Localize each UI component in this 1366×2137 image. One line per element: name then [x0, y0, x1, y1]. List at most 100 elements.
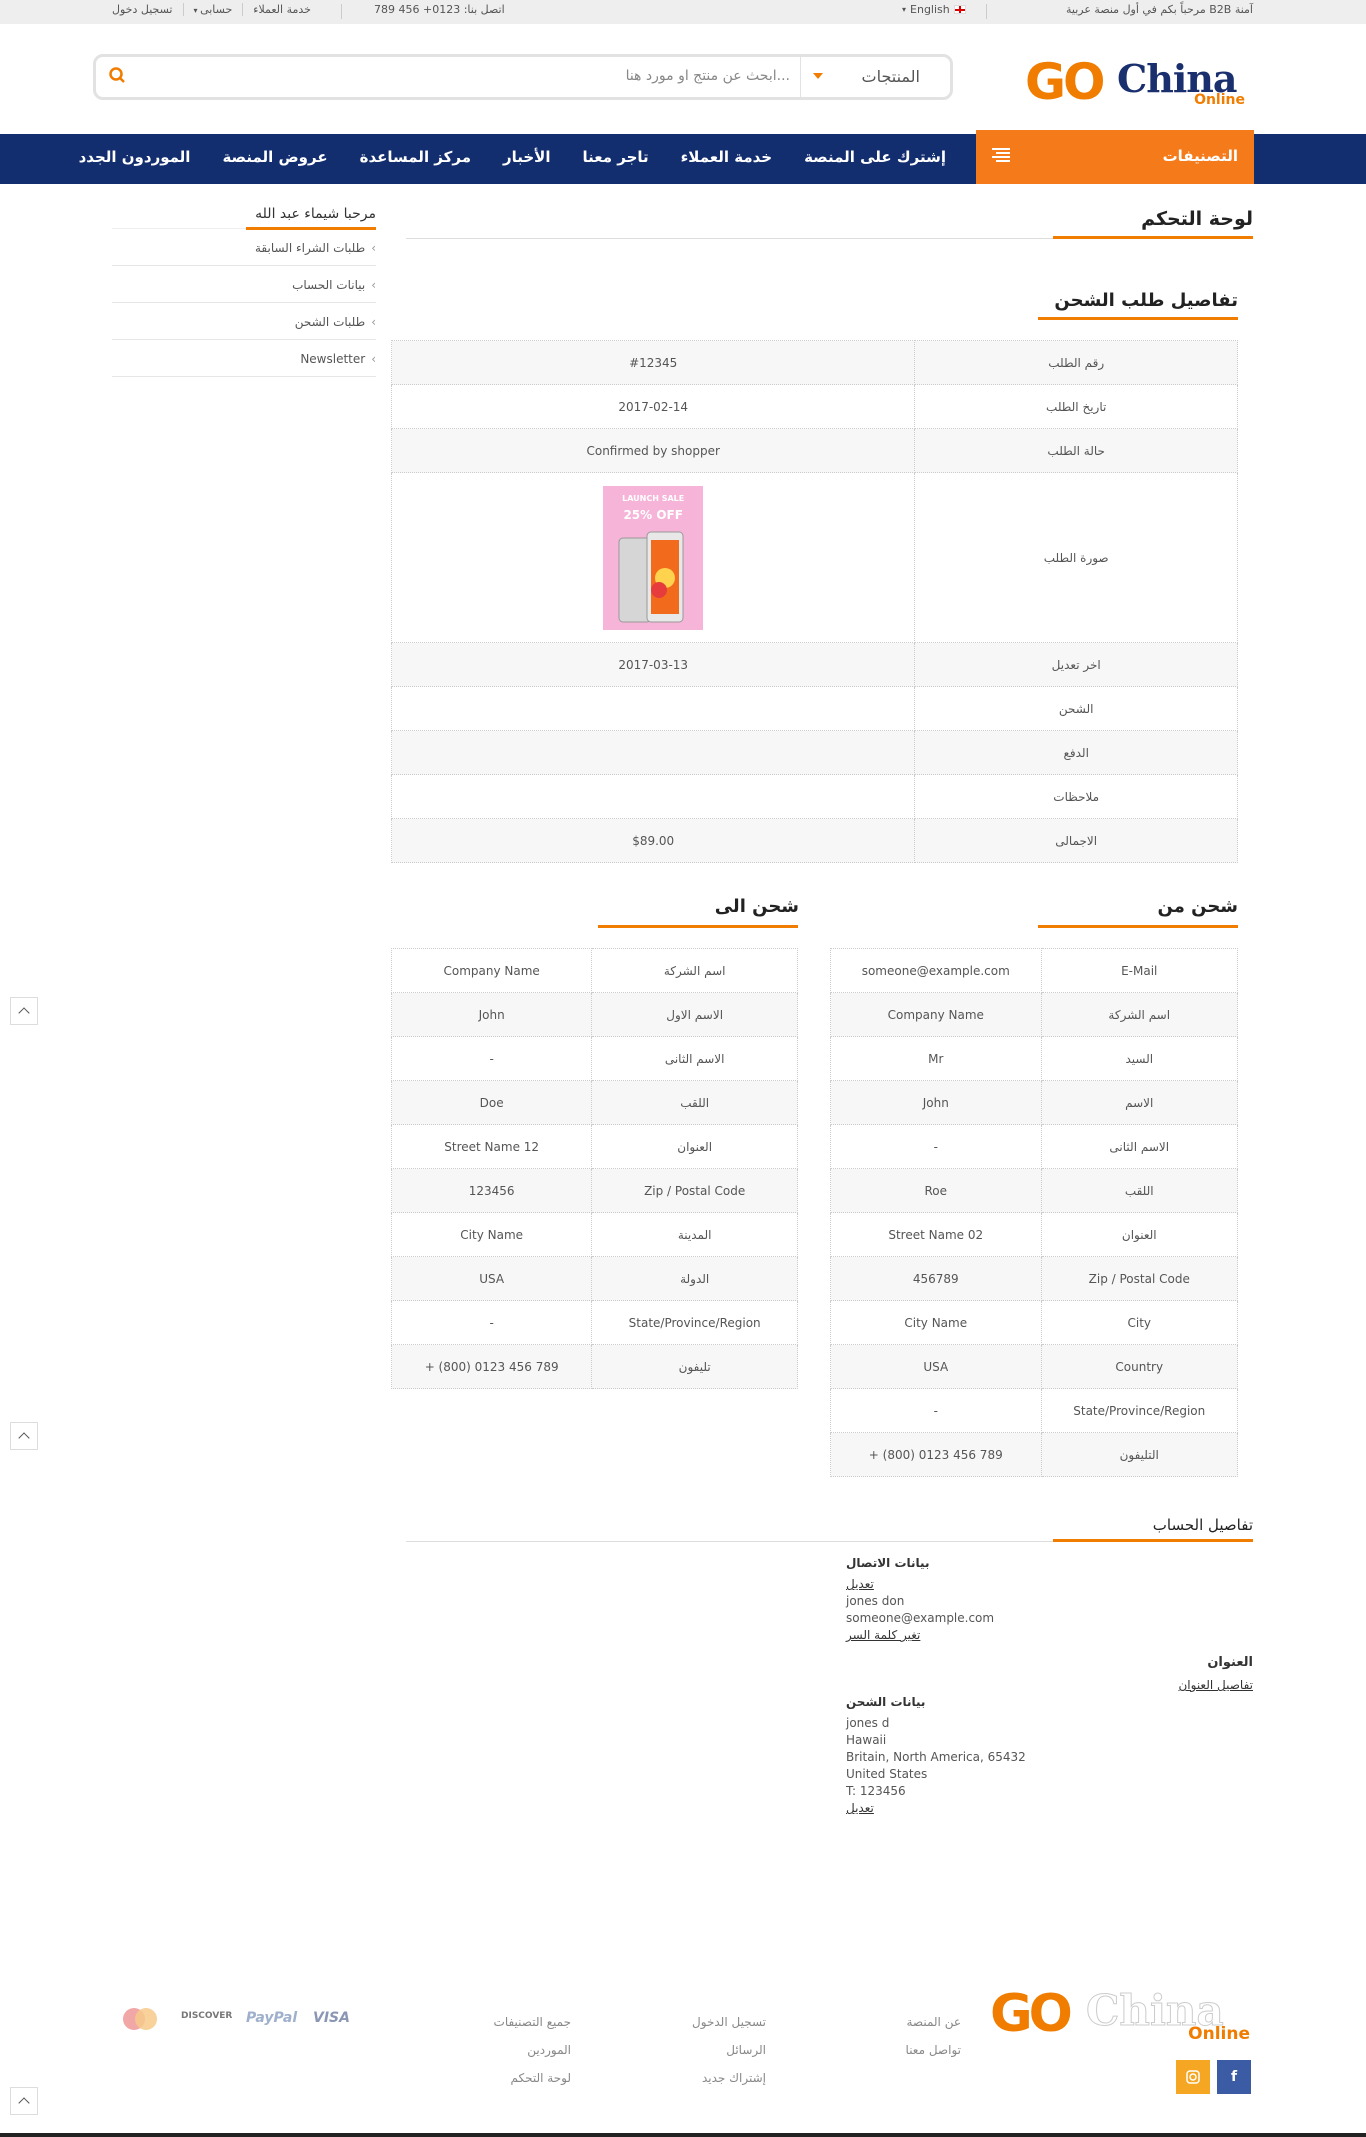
chevron-down-icon: [813, 73, 823, 79]
table-row: - State/Province/Region: [830, 1388, 1238, 1433]
order-image-cell: LAUNCH SALE 25% OFF: [390, 472, 916, 643]
instagram-icon: [1186, 2070, 1200, 2084]
row-value: Doe: [390, 1080, 593, 1125]
language-selector[interactable]: ▾ English: [902, 3, 966, 16]
sidebar-item-label: Newsletter: [300, 352, 366, 366]
scroll-up-button[interactable]: [10, 1422, 38, 1450]
chevron-left-icon: ‹: [371, 352, 376, 366]
footer-column-about: عن المنصة تواصل معنا: [906, 2008, 961, 2064]
address-details-link[interactable]: تفاصيل العنوان: [1178, 1678, 1253, 1692]
account-details-title: تفاصيل الحساب: [1152, 1516, 1253, 1534]
table-row: Mr السيد: [830, 1036, 1238, 1081]
table-row: Street Name 02 العنوان: [830, 1212, 1238, 1257]
scroll-up-button[interactable]: [10, 997, 38, 1025]
table-row: 2017-02-14 تاريخ الطلب: [390, 384, 1238, 429]
ship-from-title: شحن من: [1157, 896, 1238, 917]
search-icon: [109, 67, 125, 83]
menu-icon: [992, 148, 1010, 162]
shipping-line: United States: [846, 1767, 928, 1781]
order-number-value: #12345: [390, 340, 916, 385]
row-label: اللقب: [1040, 1168, 1238, 1213]
shipping-line: jones d: [846, 1716, 890, 1730]
address-block: العنوان تفاصيل العنوان: [1178, 1652, 1253, 1696]
contact-email: someone@example.com: [846, 1611, 995, 1625]
footer-link-all-categories[interactable]: جميع التصنيفات: [494, 2008, 571, 2036]
title-underline: [1038, 317, 1238, 320]
language-label: English: [910, 3, 950, 16]
row-value: someone@example.com: [830, 948, 1042, 993]
nav-item-news[interactable]: الأخبار: [503, 148, 551, 166]
title-underline: [598, 925, 798, 928]
order-status-label: حالة الطلب: [914, 428, 1238, 473]
contact-info-block: بيانات الاتصال تعديل jones don someone@e…: [846, 1555, 994, 1644]
login-link[interactable]: تسجيل دخول: [112, 3, 183, 16]
order-product-image[interactable]: LAUNCH SALE 25% OFF: [603, 485, 704, 630]
search-category-select[interactable]: المنتجات: [800, 57, 950, 97]
change-password-link[interactable]: تغير كلمة السر: [846, 1628, 920, 1642]
row-value: + (800) 0123 456 789: [390, 1344, 593, 1389]
row-label: اسم الشركة: [591, 948, 798, 993]
footer-link-login[interactable]: تسجيل الدخول: [692, 2008, 766, 2036]
sidebar-item-shipping-orders[interactable]: طلبات الشحن ‹: [112, 303, 376, 340]
row-value: -: [830, 1124, 1042, 1169]
footer-link-suppliers[interactable]: الموردين: [494, 2036, 571, 2064]
shipping-heading: بيانات الشحن: [846, 1695, 926, 1709]
site-logo[interactable]: GO China Online: [1025, 54, 1245, 110]
sidebar-item-previous-orders[interactable]: طلبات الشراء السابقة ‹: [112, 229, 376, 266]
row-label: التليفون: [1040, 1432, 1238, 1477]
notes-value: [390, 774, 916, 819]
table-row: Company Name اسم الشركة: [830, 992, 1238, 1037]
row-value: -: [830, 1388, 1042, 1433]
footer-link-register[interactable]: إشتراك جديد: [692, 2064, 766, 2092]
scroll-up-button[interactable]: [10, 2087, 38, 2115]
nav-item-offers[interactable]: عروض المنصة: [222, 148, 327, 166]
row-label: الدولة: [591, 1256, 798, 1301]
footer-link-about[interactable]: عن المنصة: [906, 2008, 962, 2036]
search-input[interactable]: ابحث عن منتج او مورد هنا...: [626, 68, 790, 84]
search-button[interactable]: [104, 63, 132, 91]
page-bottom-border: [0, 2133, 1366, 2137]
categories-label: التصنيفات: [1162, 147, 1238, 165]
visa-icon: VISA: [313, 2010, 350, 2026]
table-row: Street Name 12 العنوان: [390, 1124, 798, 1169]
chevron-left-icon: ‹: [371, 278, 376, 292]
instagram-button[interactable]: [1176, 2060, 1210, 2094]
footer-logo[interactable]: GO China Online: [990, 1984, 1250, 2044]
row-value: Mr: [830, 1036, 1042, 1081]
page-title: لوحة التحكم: [1141, 208, 1253, 230]
facebook-icon: f: [1230, 2069, 1238, 2085]
table-row: City Name City: [830, 1300, 1238, 1345]
title-underline: [1053, 1539, 1253, 1542]
nav-item-trade-with-us[interactable]: تاجر معنا: [583, 148, 649, 166]
nav-item-new-suppliers[interactable]: الموردون الجدد: [79, 148, 191, 166]
categories-menu-button[interactable]: التصنيفات: [976, 130, 1254, 184]
row-value: + (800) 0123 456 789: [830, 1432, 1042, 1477]
footer-link-dashboard[interactable]: لوحة التحكم: [494, 2064, 572, 2092]
shipping-edit-link[interactable]: تعديل: [846, 1801, 874, 1815]
order-date-value: 2017-02-14: [390, 384, 916, 429]
table-row: 456789 Zip / Postal Code: [830, 1256, 1238, 1301]
row-label: الاسم الثانى: [1040, 1124, 1238, 1169]
order-status-value: Confirmed by shopper: [390, 428, 916, 473]
ship-to-title: شحن الى: [714, 896, 799, 917]
customer-service-link[interactable]: خدمة العملاء: [242, 3, 321, 16]
nav-item-help-center[interactable]: مركز المساعدة: [360, 148, 471, 166]
facebook-button[interactable]: f: [1217, 2060, 1251, 2094]
table-row: John الاسم الاول: [390, 992, 798, 1037]
footer-column-account: تسجيل الدخول الرسائل إشتراك جديد: [692, 2008, 766, 2092]
nav-item-subscribe[interactable]: إشترك على المنصة: [804, 148, 946, 166]
contact-edit-link[interactable]: تعديل: [846, 1577, 874, 1591]
table-row: الدفع: [390, 730, 1238, 775]
payment-value: [390, 730, 916, 775]
sidebar-item-newsletter[interactable]: Newsletter ‹: [112, 340, 376, 377]
sidebar-item-label: طلبات الشراء السابقة: [254, 241, 366, 255]
row-value: Roe: [830, 1168, 1042, 1213]
sidebar-item-account-data[interactable]: بيانات الحساب ‹: [112, 266, 376, 303]
my-account-link[interactable]: ▾ حسابى: [182, 3, 243, 16]
last-modified-value: 2017-03-13: [390, 642, 916, 687]
footer-link-contact[interactable]: تواصل معنا: [906, 2036, 961, 2064]
shipping-info-block: بيانات الشحن jones d Hawaii Britain, Nor…: [846, 1694, 1026, 1817]
footer-link-messages[interactable]: الرسائل: [692, 2036, 766, 2064]
nav-item-customer-service[interactable]: خدمة العملاء: [681, 148, 772, 166]
table-row: الشحن: [390, 686, 1238, 731]
